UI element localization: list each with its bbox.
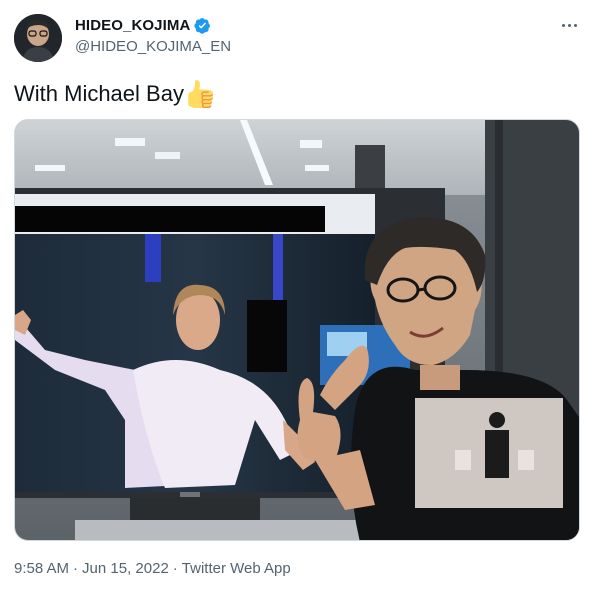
- verified-badge-icon: [194, 18, 211, 34]
- more-dot-icon: [573, 23, 577, 27]
- meta-separator: ·: [73, 560, 79, 577]
- tweet-source[interactable]: Twitter Web App: [182, 560, 291, 577]
- tweet-meta: 9:58 AM · Jun 15, 2022 · Twitter Web App: [14, 560, 291, 577]
- tweet-text-content: With Michael Bay: [14, 81, 184, 106]
- more-dot-icon: [567, 23, 571, 27]
- author-display-name[interactable]: HIDEO_KOJIMA: [75, 17, 190, 34]
- avatar-photo-icon: [14, 14, 62, 62]
- tweet-text: With Michael Bay: [14, 80, 214, 108]
- tweet: HIDEO_KOJIMA @HIDEO_KOJIMA_EN With Micha…: [0, 0, 594, 589]
- office-photo-icon: [15, 120, 579, 540]
- author-name-row[interactable]: HIDEO_KOJIMA: [75, 17, 211, 34]
- tweet-photo[interactable]: [14, 119, 580, 541]
- more-dot-icon: [561, 23, 565, 27]
- author-avatar[interactable]: [14, 14, 62, 62]
- thumbs-up-icon: [188, 80, 214, 108]
- tweet-date[interactable]: Jun 15, 2022: [82, 560, 169, 577]
- meta-separator: ·: [172, 560, 178, 577]
- author-handle[interactable]: @HIDEO_KOJIMA_EN: [75, 38, 231, 55]
- more-options-button[interactable]: [558, 14, 580, 36]
- tweet-time[interactable]: 9:58 AM: [14, 560, 69, 577]
